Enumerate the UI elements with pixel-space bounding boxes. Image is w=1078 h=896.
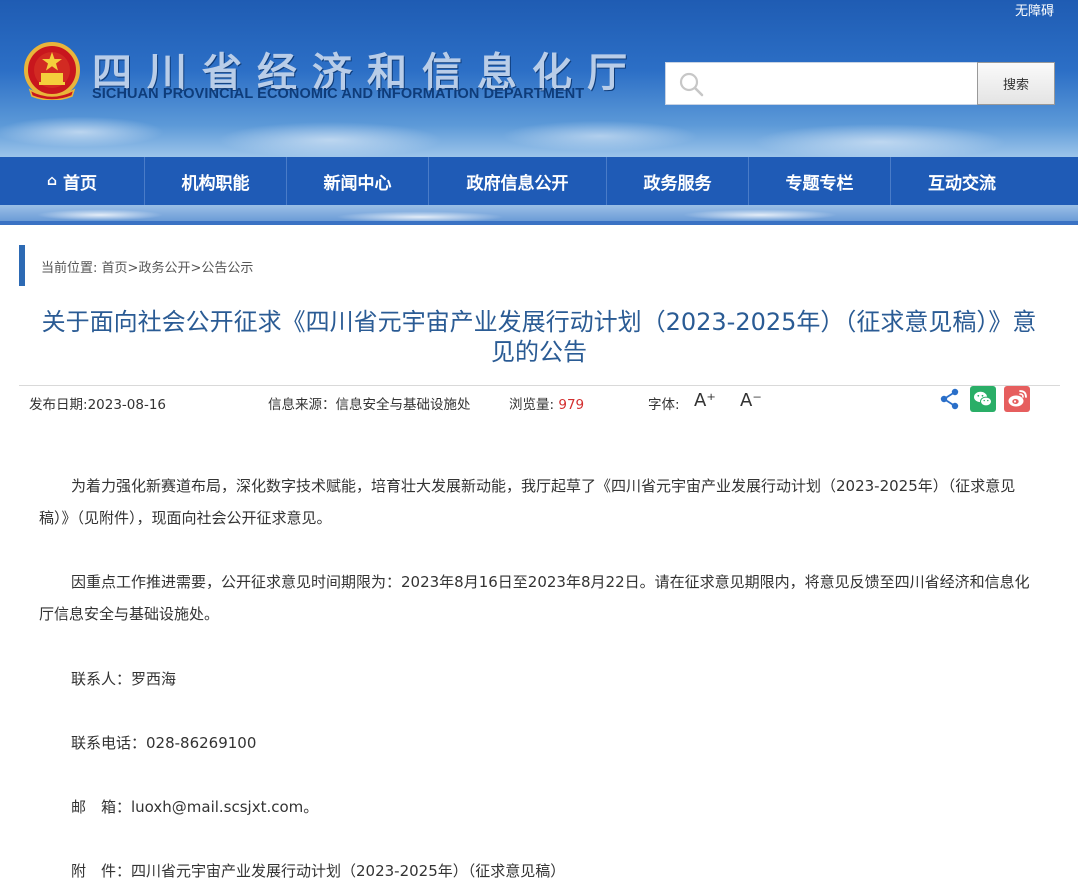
accessibility-link[interactable]: 无障碍 (1015, 0, 1054, 19)
nav-item-home[interactable]: ⌂ 首页 (0, 157, 145, 205)
body-paragraph: 因重点工作推进需要，公开征求意见时间期限为：2023年8月16日至2023年8月… (39, 573, 1030, 623)
view-count: 浏览量: 979 (509, 393, 584, 413)
nav-item-label: 互动交流 (928, 173, 996, 194)
breadcrumb: 当前位置: 首页>政务公开>公告公示 (41, 257, 253, 276)
breadcrumb-item-home[interactable]: 首页 (102, 261, 128, 276)
publish-date-value: 2023-08-16 (87, 397, 167, 413)
attachment-link[interactable]: 附 件：四川省元宇宙产业发展行动计划（2023-2025年）（征求意见稿） (71, 860, 565, 881)
info-source-value: 信息安全与基础设施处 (335, 397, 471, 413)
wechat-icon[interactable] (970, 386, 996, 412)
view-count-label: 浏览量: (509, 397, 555, 413)
page-title: 关于面向社会公开征求《四川省元宇宙产业发展行动计划（2023-2025年）（征求… (41, 308, 1037, 366)
share-icon[interactable] (937, 386, 963, 412)
nav-item-label: 政务服务 (643, 173, 712, 194)
breadcrumb-item-gov-affairs[interactable]: 政务公开 (138, 261, 190, 276)
breadcrumb-prefix: 当前位置: (41, 261, 98, 276)
title-divider (19, 385, 1060, 386)
contact-phone: 联系电话：028-86269100 (71, 734, 257, 752)
site-title-en: SICHUAN PROVINCIAL ECONOMIC AND INFORMAT… (92, 86, 585, 102)
nav-item-label: 新闻中心 (323, 173, 392, 194)
breadcrumb-separator: > (190, 261, 202, 276)
breadcrumb-accent-bar (19, 245, 25, 286)
body-paragraph: 为着力强化新赛道布局，深化数字技术赋能，培育壮大发展新动能，我厅起草了《四川省元… (39, 477, 1016, 527)
nav-item-label: 政府信息公开 (466, 173, 569, 194)
nav-decoration-strip (0, 205, 1078, 225)
search-icon (679, 72, 704, 97)
nav-item-functions[interactable]: 机构职能 (145, 157, 287, 205)
publish-date-label: 发布日期: (29, 397, 88, 413)
breadcrumb-separator: > (127, 261, 139, 276)
nav-item-topics[interactable]: 专题专栏 (749, 157, 891, 205)
home-icon: ⌂ (46, 173, 58, 189)
nav-item-gov-info[interactable]: 政府信息公开 (429, 157, 607, 205)
nav-item-news[interactable]: 新闻中心 (287, 157, 429, 205)
info-source-label: 信息来源： (268, 397, 336, 413)
info-source: 信息来源：信息安全与基础设施处 (268, 393, 471, 413)
search-input[interactable] (665, 62, 978, 105)
national-emblem-icon (24, 42, 80, 100)
nav-item-services[interactable]: 政务服务 (607, 157, 749, 205)
publish-date: 发布日期:2023-08-16 (29, 393, 166, 413)
search-button[interactable]: 搜索 (977, 62, 1055, 105)
nav-item-interaction[interactable]: 互动交流 (891, 157, 1033, 205)
site-header: 无障碍 四川省经济和信息化厅 SICHUAN PROVINCIAL ECONOM… (0, 0, 1078, 157)
font-decrease-button[interactable]: A⁻ (740, 390, 762, 411)
main-nav: ⌂ 首页 机构职能 新闻中心 政府信息公开 政务服务 专题专栏 互动交流 (0, 157, 1078, 205)
nav-item-label: 机构职能 (181, 173, 250, 194)
breadcrumb-item-notices[interactable]: 公告公示 (201, 261, 253, 276)
contact-person: 联系人：罗西海 (71, 670, 177, 688)
font-size-label: 字体: (648, 397, 680, 413)
nav-item-label: 专题专栏 (785, 173, 854, 194)
font-increase-button[interactable]: A⁺ (694, 390, 716, 411)
contact-email: 邮 箱：luoxh@mail.scsjxt.com。 (71, 798, 319, 816)
weibo-icon[interactable] (1004, 386, 1030, 412)
view-count-value: 979 (558, 397, 585, 413)
nav-item-label: 首页 (63, 173, 98, 194)
